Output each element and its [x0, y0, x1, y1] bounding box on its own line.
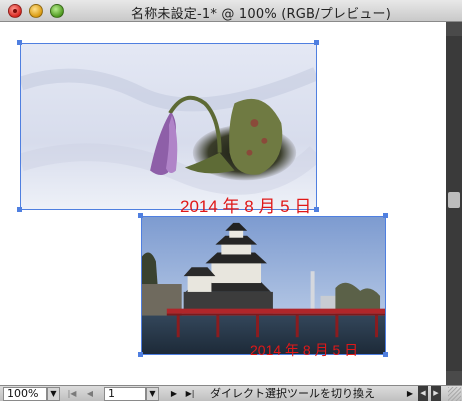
- scroll-down-button[interactable]: [446, 371, 462, 385]
- selection-handle[interactable]: [17, 207, 22, 212]
- selection-handle[interactable]: [17, 40, 22, 45]
- snow-flower-picture: [21, 44, 316, 209]
- scroll-thumb[interactable]: [448, 192, 460, 208]
- selection-handle[interactable]: [383, 352, 388, 357]
- last-page-icon[interactable]: ▶|: [184, 387, 196, 401]
- minimize-window-button[interactable]: [29, 4, 43, 18]
- castle-picture: [142, 217, 385, 354]
- first-page-icon[interactable]: |◀: [66, 387, 78, 401]
- selection-handle[interactable]: [314, 207, 319, 212]
- scroll-left-button[interactable]: ◀: [418, 386, 428, 401]
- page-dropdown-icon[interactable]: ▼: [146, 387, 159, 401]
- zoom-window-button[interactable]: [50, 4, 64, 18]
- window-title: 名称未設定-1* @ 100% (RGB/プレビュー): [131, 7, 391, 22]
- status-menu-arrow-icon[interactable]: ▶: [404, 387, 416, 401]
- status-bar: 100% ▼ |◀ ◀ 1 ▼ ▶ ▶| ダイレクト選択ツールを切り換え ▶ ◀…: [0, 385, 462, 401]
- castle-image[interactable]: [141, 216, 386, 355]
- close-window-button[interactable]: [8, 4, 22, 18]
- selection-handle[interactable]: [383, 213, 388, 218]
- status-tool-hint[interactable]: ダイレクト選択ツールを切り換え: [210, 387, 402, 401]
- scroll-up-button[interactable]: [446, 22, 462, 36]
- castle-date-stamp: 2014 年 8 月 5 日: [250, 342, 359, 358]
- window-titlebar: 名称未設定-1* @ 100% (RGB/プレビュー): [0, 0, 462, 22]
- snow-flower-date-stamp: 2014 年 8 月 5 日: [180, 197, 312, 216]
- previous-page-icon[interactable]: ◀: [84, 387, 96, 401]
- selection-handle[interactable]: [314, 40, 319, 45]
- zoom-dropdown-icon[interactable]: ▼: [47, 387, 60, 401]
- document-canvas[interactable]: 2014 年 8 月 5 日 2014 年 8 月 5 日: [0, 22, 446, 385]
- resize-grip-icon[interactable]: [448, 387, 461, 401]
- selection-handle[interactable]: [138, 352, 143, 357]
- selection-handle[interactable]: [138, 213, 143, 218]
- page-number-field[interactable]: 1: [104, 387, 146, 401]
- scroll-right-button[interactable]: ▶: [431, 386, 441, 401]
- snow-flower-image[interactable]: [20, 43, 317, 210]
- next-page-icon[interactable]: ▶: [168, 387, 180, 401]
- vertical-scrollbar[interactable]: [446, 22, 462, 385]
- zoom-level-field[interactable]: 100%: [3, 387, 47, 401]
